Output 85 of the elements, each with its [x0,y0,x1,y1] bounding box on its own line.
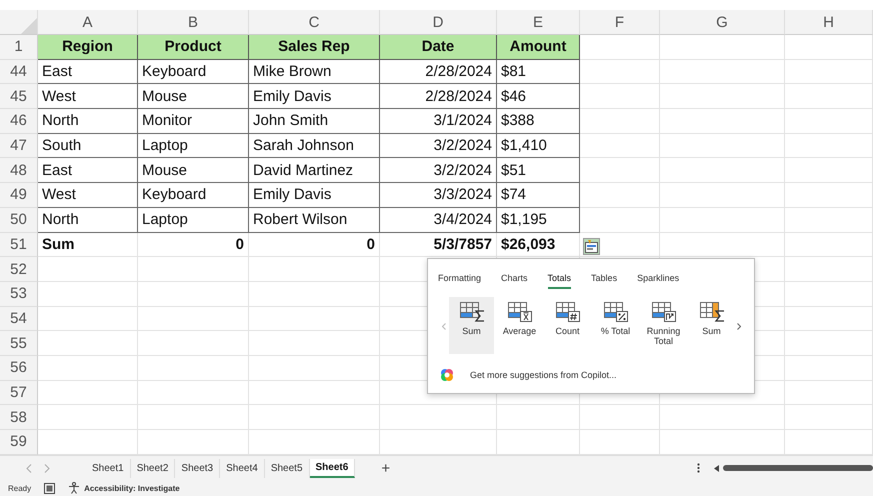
panel-tab[interactable]: Tables [591,272,618,288]
table-cell: Sarah Johnson [249,134,380,158]
row-number[interactable]: 53 [0,282,38,307]
copilot-suggestions-link[interactable]: Get more suggestions from Copilot... [470,370,617,380]
table-cell: $46 [497,84,580,110]
table-cell: Emily Davis [249,84,380,110]
row-number[interactable]: 49 [0,183,38,208]
totals-option[interactable]: Average [497,296,542,354]
accessibility-button[interactable]: Accessibility: Investigate [68,482,180,494]
table-cell: South [38,134,138,158]
totals-option[interactable]: Running Total [641,296,686,354]
table-cell: Mouse [138,84,249,110]
row-number[interactable]: 58 [0,405,38,430]
panel-tab[interactable]: Charts [501,272,528,288]
column-title: Date [380,35,497,60]
column-title: Sales Rep [249,35,380,60]
table-cell: $1,410 [497,134,580,158]
table-cell: 3/4/2024 [380,208,497,232]
column-title: Product [138,35,249,60]
table-cell: 0 [249,232,380,258]
table-cell: $81 [497,60,580,84]
column-title: Amount [497,35,580,60]
table-cell: North [38,109,138,134]
table-cell: David Martinez [249,158,380,184]
panel-tab[interactable]: Totals [548,272,572,288]
sheet-tab[interactable]: Sheet6 [310,458,356,478]
table-cell: East [38,60,138,84]
table-cell: Keyboard [138,183,249,208]
row-number[interactable]: 55 [0,331,38,356]
totals-option[interactable]: Count [545,296,590,354]
table-cell: Laptop [138,208,249,232]
table-cell: Robert Wilson [249,208,380,232]
table-cell: $388 [497,109,580,134]
table-cell: 3/3/2024 [380,183,497,208]
sheet-tab[interactable]: Sheet1 [86,458,131,478]
table-cell: Keyboard [138,60,249,84]
row-number[interactable]: 52 [0,257,38,282]
row-number[interactable]: 54 [0,306,38,332]
row-number[interactable]: 48 [0,158,38,184]
row-number[interactable]: 56 [0,356,38,381]
table-cell: 3/2/2024 [380,158,497,184]
table-cell: Mike Brown [249,60,380,84]
column-header[interactable]: G [660,10,785,35]
sheet-tab[interactable]: Sheet3 [175,458,220,478]
row-number[interactable]: 46 [0,109,38,134]
row-number[interactable]: 51 [0,232,38,258]
column-title: Region [38,35,138,60]
table-cell: 3/1/2024 [380,109,497,134]
row-number[interactable]: 1 [0,35,38,60]
column-header[interactable]: H [785,10,873,35]
table-cell: North [38,208,138,232]
table-cell: Laptop [138,134,249,158]
column-header[interactable]: F [580,10,660,35]
table-cell: 2/28/2024 [380,84,497,110]
table-cell: 3/2/2024 [380,134,497,158]
table-cell: 5/3/7857 [380,232,497,258]
row-number[interactable]: 47 [0,134,38,158]
table-cell: $1,195 [497,208,580,232]
table-cell: Mouse [138,158,249,184]
table-cell: 2/28/2024 [380,60,497,84]
panel-tab[interactable]: Formatting [438,272,482,288]
table-cell: East [38,158,138,184]
row-number[interactable]: 57 [0,380,38,406]
totals-option[interactable]: % Total [593,296,638,354]
table-cell: West [38,183,138,208]
totals-option[interactable]: Sum [689,296,734,354]
status-mode: Ready [8,484,32,492]
table-cell: Monitor [138,109,249,134]
table-cell: $26,093 [497,232,580,258]
sheet-tab[interactable]: Sheet4 [220,458,265,478]
row-number[interactable]: 59 [0,430,38,455]
totals-option[interactable]: Sum [449,296,494,354]
table-cell: $74 [497,183,580,208]
row-number[interactable]: 50 [0,208,38,232]
table-cell: Sum [38,232,138,258]
table-cell: Emily Davis [249,183,380,208]
panel-tab[interactable]: Sparklines [637,272,680,288]
table-cell: West [38,84,138,110]
table-cell: 0 [138,232,249,258]
add-sheet-button[interactable]: + [377,460,394,476]
row-number[interactable]: 44 [0,60,38,84]
row-number[interactable]: 45 [0,84,38,110]
sheet-tab[interactable]: Sheet2 [130,458,176,478]
table-cell: $51 [497,158,580,184]
table-cell: John Smith [249,109,380,134]
